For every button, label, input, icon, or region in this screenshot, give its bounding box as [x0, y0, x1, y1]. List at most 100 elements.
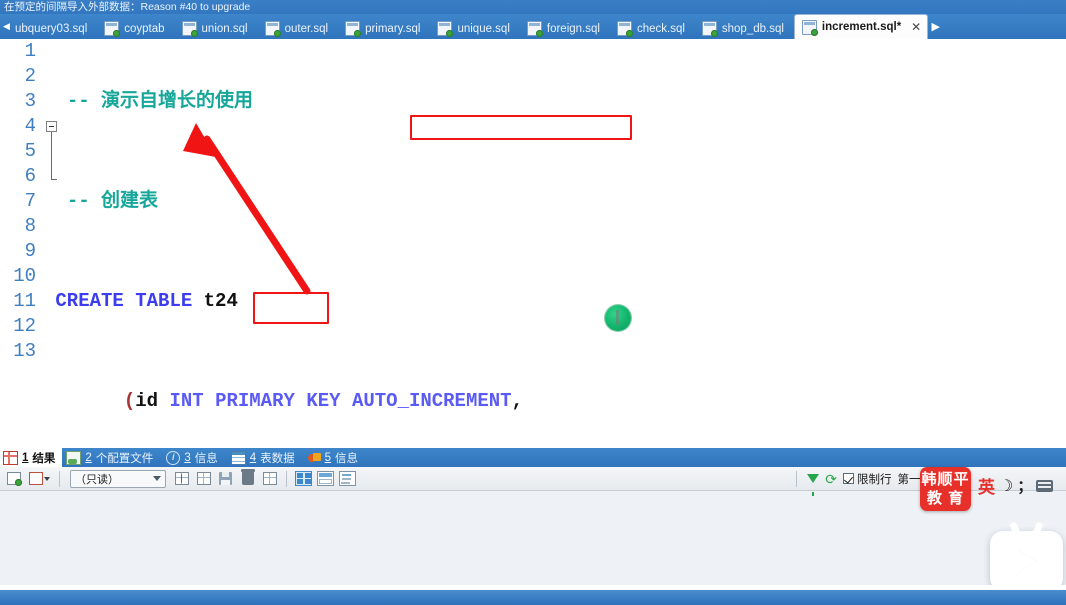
- line-number-gutter: 1 2 3 4 5 6 7 8 9 10 11 12 13: [0, 39, 40, 448]
- line-number: 8: [24, 215, 36, 237]
- grid-icon: [3, 450, 18, 465]
- grid-view-button[interactable]: [294, 469, 313, 488]
- tab-scroll-right-icon[interactable]: ▶: [928, 14, 943, 39]
- punctuation-mode-label[interactable]: ；: [1017, 475, 1032, 496]
- moon-icon[interactable]: ☽: [999, 476, 1013, 496]
- tab-increment-sql[interactable]: increment.sql* ✕: [793, 14, 929, 39]
- record-dropdown-button[interactable]: [26, 469, 52, 488]
- tab-label: increment.sql*: [821, 21, 902, 33]
- result-tab-info[interactable]: i 3 信息: [162, 448, 226, 467]
- form-view-button[interactable]: [316, 469, 335, 488]
- sql-editor[interactable]: 1 2 3 4 5 6 7 8 9 10 11 12 13 -- 演示自增长的使…: [0, 39, 1066, 448]
- tab-ubquery03[interactable]: ubquery03.sql: [13, 18, 97, 39]
- keyword-key: KEY: [306, 390, 341, 412]
- results-panel: 1 结果 2 个配置文件 i 3 信息 4 表数据 5 信息 （只读） ⟳ 限制…: [0, 448, 1066, 590]
- tab-shop-db-sql[interactable]: shop_db.sql: [695, 18, 794, 39]
- sql-file-icon: [801, 19, 818, 36]
- tab-primary-sql[interactable]: primary.sql: [338, 18, 430, 39]
- delete-icon: [240, 469, 255, 485]
- tab-unique-sql[interactable]: unique.sql: [430, 18, 519, 39]
- result-tab-number: 1: [22, 451, 29, 464]
- result-tab-label: 表数据: [260, 452, 295, 465]
- line-number: 1: [24, 40, 36, 62]
- result-tab-label: 结果: [32, 452, 56, 465]
- tab-union-sql[interactable]: union.sql: [175, 18, 258, 39]
- refresh-record-button[interactable]: [194, 469, 213, 488]
- apply-icon: [174, 472, 189, 485]
- keyword-auto-increment: AUTO_INCREMENT: [351, 390, 512, 412]
- refresh-record-icon: [196, 472, 211, 485]
- toolbar-separator: [796, 470, 798, 487]
- result-tab-number: 5: [324, 451, 332, 464]
- profile-icon: [66, 450, 82, 465]
- keyword-primary: PRIMARY: [215, 390, 295, 412]
- code-content[interactable]: -- 演示自增长的使用 -- 创建表 CREATE TABLE t24 (id …: [44, 39, 1066, 448]
- brand-line-2: 教 育: [926, 490, 965, 507]
- video-floating-widget[interactable]: [990, 521, 1063, 591]
- play-icon[interactable]: [1018, 550, 1037, 572]
- tab-label: unique.sql: [457, 22, 510, 35]
- record-dropdown-icon: [28, 472, 43, 485]
- tab-label: shop_db.sql: [721, 22, 784, 35]
- tab-check-sql[interactable]: check.sql: [610, 18, 695, 39]
- type-int: INT: [169, 390, 204, 412]
- limit-rows-checkbox[interactable]: 限制行: [843, 471, 892, 487]
- tab-label: coyptab: [124, 22, 165, 35]
- line-number: 10: [13, 265, 36, 287]
- result-tab-messages[interactable]: 5 信息: [304, 448, 367, 467]
- result-tab-profiles[interactable]: 2 个配置文件: [62, 448, 162, 467]
- tab-scroll-left-icon[interactable]: ◀: [0, 14, 13, 39]
- result-tab-table-data[interactable]: 4 表数据: [227, 448, 304, 467]
- line-number: 12: [13, 315, 36, 337]
- identifier-t24: t24: [203, 290, 238, 312]
- note-view-button[interactable]: [338, 469, 357, 488]
- table-icon: [230, 450, 246, 465]
- result-tab-results[interactable]: 1 结果: [0, 448, 63, 467]
- readonly-value: （只读）: [75, 473, 119, 486]
- save-button[interactable]: [216, 469, 235, 488]
- line-number: 7: [24, 190, 36, 212]
- tab-label: foreign.sql: [546, 22, 600, 35]
- info-icon: i: [166, 450, 181, 465]
- comment-token: -- 演示自增长的使用: [66, 90, 254, 112]
- sql-file-icon: [181, 21, 198, 37]
- result-tab-label: 个配置文件: [95, 452, 154, 465]
- tab-label: check.sql: [636, 22, 685, 35]
- tab-label: ubquery03.sql: [15, 22, 88, 35]
- add-record-icon: [6, 472, 22, 486]
- mouse-cursor-highlight: [605, 305, 631, 331]
- line-number: 3: [24, 90, 36, 112]
- refresh-icon[interactable]: ⟳: [825, 472, 837, 486]
- readonly-select[interactable]: （只读）: [70, 469, 166, 488]
- result-tab-label: 信息: [194, 452, 218, 465]
- cancel-button[interactable]: [260, 469, 279, 488]
- comment-token: -- 创建表: [66, 190, 159, 212]
- tab-label: primary.sql: [365, 22, 421, 35]
- open-paren: (: [123, 390, 136, 412]
- comma: ,: [511, 390, 523, 412]
- sql-file-icon: [437, 21, 454, 37]
- line-number: 11: [13, 290, 36, 312]
- line-number: 13: [13, 340, 36, 362]
- sql-file-icon: [701, 21, 718, 37]
- limit-rows-label: 限制行: [857, 473, 892, 486]
- ime-indicator[interactable]: 英 ☽ ；: [978, 473, 1054, 498]
- result-tab-label: 信息: [335, 452, 359, 465]
- code-line-2: -- 创建表: [44, 189, 1066, 214]
- sql-file-icon: [526, 21, 543, 37]
- delete-button[interactable]: [238, 469, 257, 488]
- results-toolbar: （只读） ⟳ 限制行 第一行: [0, 467, 1066, 496]
- tab-foreign-sql[interactable]: foreign.sql: [520, 18, 610, 39]
- add-record-button[interactable]: [4, 469, 23, 488]
- code-line-4: (id INT PRIMARY KEY AUTO_INCREMENT,: [44, 389, 1066, 414]
- apply-button[interactable]: [172, 469, 191, 488]
- filter-icon[interactable]: [807, 474, 820, 496]
- keyboard-icon[interactable]: [1036, 479, 1054, 492]
- tab-outer-sql[interactable]: outer.sql: [258, 18, 338, 39]
- close-icon[interactable]: ✕: [911, 20, 921, 34]
- form-view-icon: [317, 471, 334, 486]
- ime-language-label[interactable]: 英: [978, 473, 995, 498]
- tab-coyptab[interactable]: coyptab: [97, 18, 174, 39]
- grid-view-icon: [295, 471, 312, 486]
- keyword-create: CREATE: [55, 290, 124, 312]
